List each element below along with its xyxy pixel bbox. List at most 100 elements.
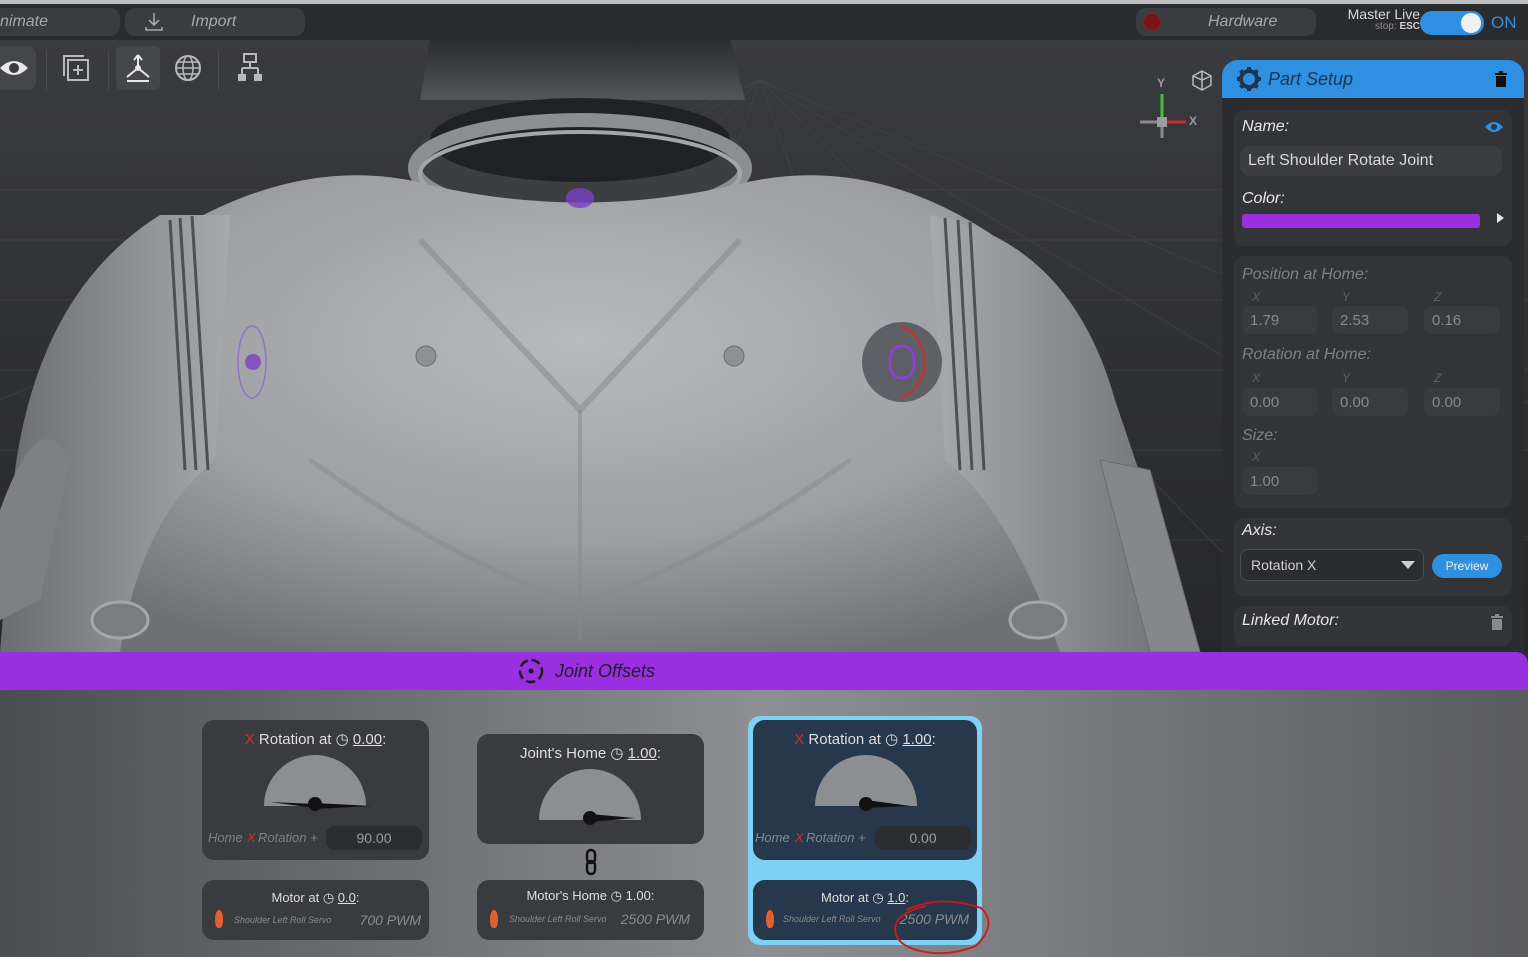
import-button[interactable]: Import <box>125 8 305 36</box>
home-label: Home <box>755 830 790 845</box>
size-label: Size: <box>1242 427 1278 444</box>
servo-name: Shoulder Left Roll Servo <box>234 915 332 925</box>
color-expand-icon[interactable] <box>1497 213 1504 223</box>
motor-card-home: Motor's Home ◷ 1.00: Shoulder Left Roll … <box>477 880 704 940</box>
preview-label: Preview <box>1445 559 1489 573</box>
visibility-eye-icon[interactable] <box>1484 120 1504 134</box>
color-swatch[interactable] <box>1242 214 1480 228</box>
part-setup-title: Part Setup <box>1268 68 1354 89</box>
trash-icon[interactable] <box>1494 71 1508 87</box>
card-value[interactable]: 1.00 <box>628 745 657 762</box>
toolbar-divider <box>46 50 47 90</box>
card-title: Joint's Home ◷ 1.00: <box>519 745 662 762</box>
size-x-letter: X <box>1252 450 1261 464</box>
motor-card-min: Motor at ◷ 0.0: Shoulder Left Roll Servo… <box>202 880 429 940</box>
linked-motor-section: Linked Motor: <box>1234 606 1512 646</box>
position-z-letter: Z <box>1434 290 1442 304</box>
motor-title: Motor at ◷ 0.0: <box>271 890 360 905</box>
link-chain-icon[interactable] <box>584 848 598 876</box>
pwm-value: 2500 PWM <box>620 911 690 927</box>
name-label: Name: <box>1242 118 1290 135</box>
motor-title-text: Motor at <box>821 890 869 905</box>
preview-button[interactable]: Preview <box>1432 554 1502 578</box>
rotation-z-letter: Z <box>1434 371 1442 385</box>
rotation-plus-label: Rotation + <box>806 830 866 845</box>
color-label: Color: <box>1242 190 1285 207</box>
home-gauge[interactable] <box>535 766 645 826</box>
transform-gizmo-icon <box>126 54 150 82</box>
axis-label: Axis: <box>1242 522 1277 539</box>
pwm-value: 700 PWM <box>359 912 421 928</box>
axis-gizmo[interactable]: Y X <box>1136 76 1202 144</box>
hierarchy-button[interactable] <box>228 46 272 90</box>
world-space-button[interactable] <box>166 46 210 90</box>
rotation-gauge[interactable] <box>260 752 370 812</box>
servo-name: Shoulder Left Roll Servo <box>509 914 607 924</box>
download-icon <box>145 13 163 31</box>
card-title: X Rotation at ◷ 1.00: <box>794 731 936 748</box>
gear-icon <box>1237 67 1261 91</box>
joint-offsets-panel: X Rotation at ◷ 0.00: Home X Rotation + … <box>0 690 1528 957</box>
card-title-text: Rotation at <box>808 731 881 748</box>
home-axis-x-marker: X <box>795 830 804 845</box>
servo-name: Shoulder Left Roll Servo <box>783 914 881 924</box>
position-x-letter: X <box>1252 290 1261 304</box>
motor-title-text: Motor's Home <box>526 888 607 903</box>
motor-value[interactable]: 1.00 <box>626 888 651 903</box>
offset-input[interactable]: 90.00 <box>326 826 422 850</box>
animate-label: nimate <box>0 13 49 30</box>
master-live-group: Master Live stop: ESC <box>1330 6 1420 32</box>
rotation-y-letter: Y <box>1342 371 1351 385</box>
name-input[interactable]: Left Shoulder Rotate Joint <box>1240 146 1502 176</box>
card-value[interactable]: 0.00 <box>353 731 382 748</box>
position-x-field[interactable]: 1.79 <box>1242 306 1318 334</box>
stop-hint: stop: ESC <box>1330 21 1420 32</box>
dial-icon: ◷ <box>610 745 624 762</box>
motor-title: Motor's Home ◷ 1.00: <box>526 888 655 903</box>
dial-icon: ◷ <box>885 731 899 748</box>
motor-title-text: Motor at <box>271 890 320 905</box>
motor-value[interactable]: 0.0 <box>338 890 356 905</box>
linked-motor-label: Linked Motor: <box>1242 612 1339 629</box>
rotation-gauge[interactable] <box>811 752 921 812</box>
xyz-axes-icon <box>1140 94 1186 138</box>
axis-select-value: Rotation X <box>1251 557 1317 573</box>
transform-section: Position at Home: X Y Z 1.79 2.53 0.16 R… <box>1234 256 1512 508</box>
rotation-x-field[interactable]: 0.00 <box>1242 388 1318 416</box>
rotation-z-field[interactable]: 0.00 <box>1424 388 1500 416</box>
rotation-label: Rotation at Home: <box>1242 346 1371 363</box>
stop-label: stop: <box>1374 21 1397 32</box>
rotation-x-letter: X <box>1252 371 1261 385</box>
master-live-toggle[interactable] <box>1420 11 1484 35</box>
top-bar: nimate Import Hardware Master Live stop:… <box>0 0 1528 40</box>
linked-motor-trash-icon[interactable] <box>1490 614 1504 630</box>
name-color-section: Name: Left Shoulder Rotate Joint Color: <box>1234 110 1512 246</box>
hardware-button[interactable]: Hardware <box>1136 8 1316 36</box>
home-label: Home <box>208 830 243 845</box>
axis-select[interactable]: Rotation X <box>1240 549 1424 581</box>
offset-input[interactable]: 0.00 <box>875 826 971 850</box>
size-x-field[interactable]: 1.00 <box>1242 467 1318 495</box>
dial-icon: ◷ <box>322 890 335 905</box>
transform-button[interactable] <box>116 46 160 90</box>
chevron-down-icon <box>1401 561 1415 569</box>
visibility-button[interactable] <box>0 46 36 90</box>
hardware-label: Hardware <box>1208 13 1278 30</box>
toolbar-divider <box>218 50 219 90</box>
position-z-field[interactable]: 0.16 <box>1424 306 1500 334</box>
axis-x-label: X <box>1189 114 1198 128</box>
stop-key: ESC <box>1399 21 1420 32</box>
toggle-state-label: ON <box>1491 13 1517 32</box>
add-part-button[interactable] <box>54 46 98 90</box>
card-value[interactable]: 1.00 <box>902 731 931 748</box>
record-indicator-icon <box>1144 14 1160 30</box>
position-y-field[interactable]: 2.53 <box>1332 306 1408 334</box>
animate-tab[interactable]: nimate <box>0 8 120 36</box>
offset-card-min: X Rotation at ◷ 0.00: Home X Rotation + … <box>202 720 429 860</box>
home-axis-x-marker: X <box>247 830 256 845</box>
add-copy-icon <box>63 55 89 81</box>
master-live-label: Master Live <box>1347 6 1420 22</box>
dial-icon: ◷ <box>335 731 349 748</box>
servo-flame-icon <box>215 910 223 928</box>
rotation-y-field[interactable]: 0.00 <box>1332 388 1408 416</box>
